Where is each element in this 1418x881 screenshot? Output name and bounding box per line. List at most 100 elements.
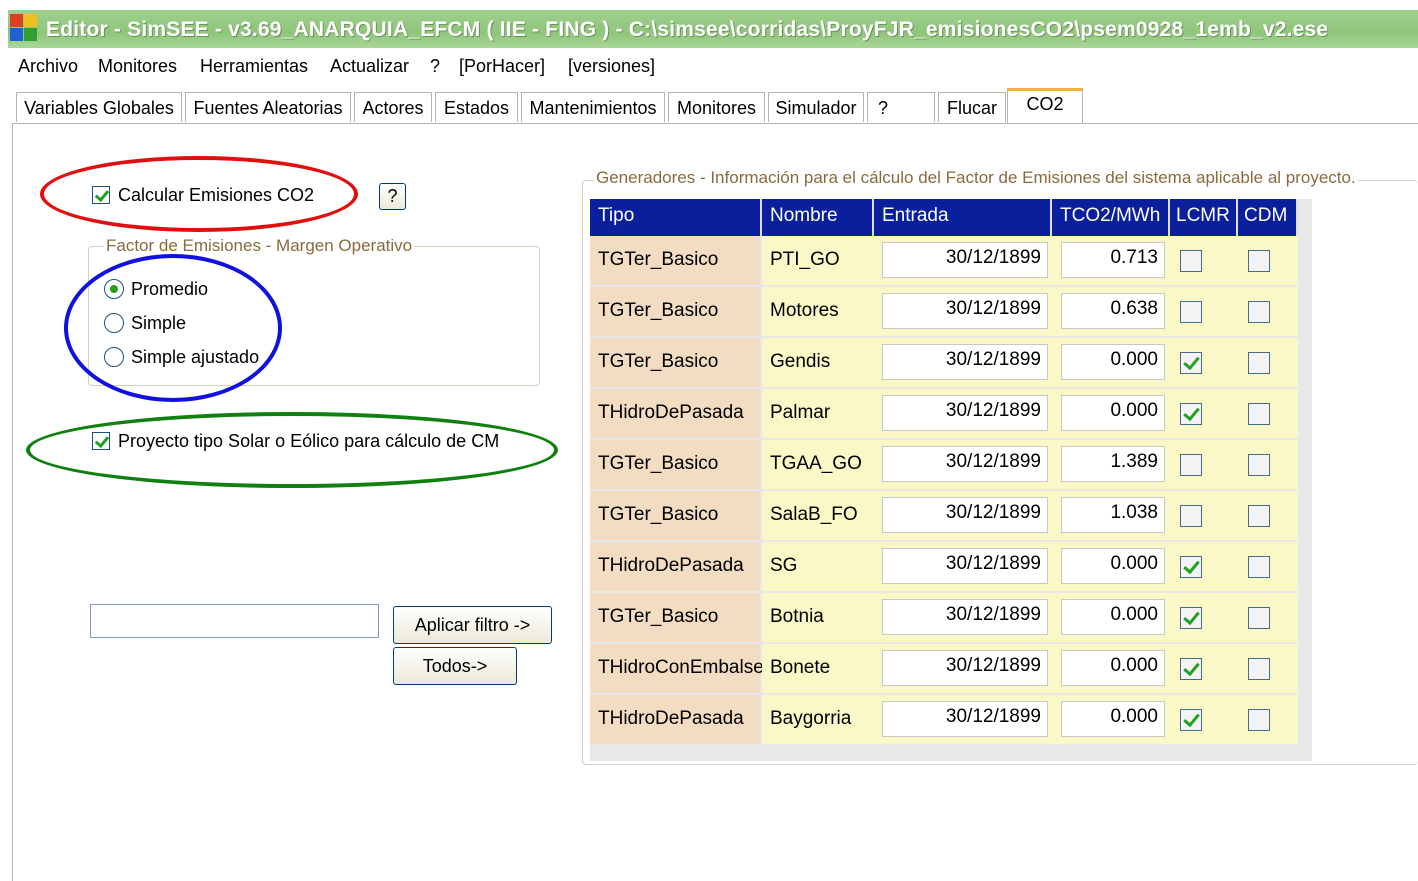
lcmr-checkbox[interactable] [1180, 352, 1202, 374]
tab-help[interactable]: ? [867, 92, 935, 122]
menu-actualizar[interactable]: Actualizar [330, 56, 409, 77]
cdm-checkbox[interactable] [1248, 556, 1270, 578]
nombre-cell[interactable]: SG [770, 555, 874, 577]
tco2-input[interactable]: 0.000 [1061, 344, 1165, 380]
nombre-cell[interactable]: SalaB_FO [770, 504, 874, 526]
entrada-input[interactable]: 30/12/1899 [882, 548, 1048, 584]
menu-help[interactable]: ? [430, 56, 440, 77]
tco2-input[interactable]: 0.713 [1061, 242, 1165, 278]
highlight-green-ellipse [26, 412, 558, 488]
tab-variables-globales[interactable]: Variables Globales [16, 92, 182, 122]
cdm-checkbox[interactable] [1248, 607, 1270, 629]
cdm-checkbox[interactable] [1248, 454, 1270, 476]
tipo-cell[interactable]: THidroConEmbalse [590, 644, 764, 693]
window-title: Editor - SimSEE - v3.69_ANARQUIA_EFCM ( … [46, 18, 1329, 41]
app-logo-icon [10, 14, 38, 42]
cdm-checkbox[interactable] [1248, 709, 1270, 731]
nombre-cell[interactable]: Bonete [770, 657, 874, 679]
lcmr-checkbox[interactable] [1180, 709, 1202, 731]
tab-monitores[interactable]: Monitores [668, 92, 765, 122]
entrada-input[interactable]: 30/12/1899 [882, 650, 1048, 686]
menu-archivo[interactable]: Archivo [18, 56, 78, 77]
tco2-input[interactable]: 0.000 [1061, 650, 1165, 686]
cdm-checkbox[interactable] [1248, 505, 1270, 527]
tab-bar: Variables Globales Fuentes Aleatorias Ac… [0, 88, 1418, 124]
entrada-input[interactable]: 30/12/1899 [882, 701, 1048, 737]
tipo-cell[interactable]: THidroDePasada [590, 389, 760, 438]
entrada-input[interactable]: 30/12/1899 [882, 242, 1048, 278]
lcmr-checkbox[interactable] [1180, 505, 1202, 527]
entrada-input[interactable]: 30/12/1899 [882, 497, 1048, 533]
entrada-input[interactable]: 30/12/1899 [882, 395, 1048, 431]
lcmr-checkbox[interactable] [1180, 607, 1202, 629]
tco2-input[interactable]: 0.638 [1061, 293, 1165, 329]
tab-flucar[interactable]: Flucar [938, 92, 1006, 122]
tco2-input[interactable]: 1.389 [1061, 446, 1165, 482]
table-row: THidroDePasada SG 30/12/1899 0.000 [590, 542, 1312, 591]
lcmr-checkbox[interactable] [1180, 301, 1202, 323]
cdm-checkbox[interactable] [1248, 403, 1270, 425]
lcmr-checkbox[interactable] [1180, 658, 1202, 680]
col-header-entrada[interactable]: Entrada [874, 199, 1052, 236]
table-row: TGTer_Basico PTI_GO 30/12/1899 0.713 [590, 236, 1312, 285]
generators-table: Tipo Nombre Entrada TCO2/MWh LCMR CDM TG… [590, 199, 1312, 761]
col-header-tco2[interactable]: TCO2/MWh [1052, 199, 1170, 236]
lcmr-checkbox[interactable] [1180, 250, 1202, 272]
tco2-input[interactable]: 1.038 [1061, 497, 1165, 533]
menu-bar: Archivo Monitores Herramientas Actualiza… [0, 50, 1418, 86]
tipo-cell[interactable]: TGTer_Basico [590, 491, 760, 540]
tab-actores[interactable]: Actores [354, 92, 432, 122]
lcmr-checkbox[interactable] [1180, 556, 1202, 578]
nombre-cell[interactable]: Motores [770, 300, 874, 322]
tco2-input[interactable]: 0.000 [1061, 701, 1165, 737]
col-header-tipo[interactable]: Tipo [590, 199, 762, 236]
entrada-input[interactable]: 30/12/1899 [882, 344, 1048, 380]
cdm-checkbox[interactable] [1248, 658, 1270, 680]
col-header-lcmr[interactable]: LCMR [1170, 199, 1238, 236]
tipo-cell[interactable]: TGTer_Basico [590, 440, 760, 489]
nombre-cell[interactable]: Palmar [770, 402, 874, 424]
tco2-input[interactable]: 0.000 [1061, 395, 1165, 431]
table-row: TGTer_Basico Botnia 30/12/1899 0.000 [590, 593, 1312, 642]
table-row: THidroConEmbalse Bonete 30/12/1899 0.000 [590, 644, 1312, 693]
tipo-cell[interactable]: TGTer_Basico [590, 593, 760, 642]
table-row: TGTer_Basico Gendis 30/12/1899 0.000 [590, 338, 1312, 387]
tipo-cell[interactable]: TGTer_Basico [590, 236, 760, 285]
nombre-cell[interactable]: Botnia [770, 606, 874, 628]
nombre-cell[interactable]: Gendis [770, 351, 874, 373]
tab-estados[interactable]: Estados [435, 92, 518, 122]
tipo-cell[interactable]: TGTer_Basico [590, 287, 760, 336]
apply-filter-button[interactable]: Aplicar filtro -> [393, 606, 552, 644]
entrada-input[interactable]: 30/12/1899 [882, 293, 1048, 329]
tco2-input[interactable]: 0.000 [1061, 599, 1165, 635]
all-button[interactable]: Todos-> [393, 647, 517, 685]
cdm-checkbox[interactable] [1248, 352, 1270, 374]
tipo-cell[interactable]: THidroDePasada [590, 695, 760, 744]
table-row: THidroDePasada Baygorria 30/12/1899 0.000 [590, 695, 1312, 744]
lcmr-checkbox[interactable] [1180, 454, 1202, 476]
tipo-cell[interactable]: THidroDePasada [590, 542, 760, 591]
col-header-cdm[interactable]: CDM [1238, 199, 1298, 236]
cdm-checkbox[interactable] [1248, 301, 1270, 323]
cdm-checkbox[interactable] [1248, 250, 1270, 272]
tipo-cell[interactable]: TGTer_Basico [590, 338, 760, 387]
nombre-cell[interactable]: Baygorria [770, 708, 874, 730]
entrada-input[interactable]: 30/12/1899 [882, 599, 1048, 635]
tab-mantenimientos[interactable]: Mantenimientos [521, 92, 665, 122]
lcmr-checkbox[interactable] [1180, 403, 1202, 425]
menu-herramientas[interactable]: Herramientas [200, 56, 308, 77]
nombre-cell[interactable]: PTI_GO [770, 249, 874, 271]
tab-fuentes-aleatorias[interactable]: Fuentes Aleatorias [185, 92, 351, 122]
nombre-cell[interactable]: TGAA_GO [770, 453, 874, 475]
filter-input[interactable] [90, 604, 379, 638]
tab-simulador[interactable]: Simulador [768, 92, 864, 122]
col-header-nombre[interactable]: Nombre [762, 199, 874, 236]
menu-porhacer[interactable]: [PorHacer] [459, 56, 545, 77]
menu-monitores[interactable]: Monitores [98, 56, 177, 77]
menu-versiones[interactable]: [versiones] [568, 56, 655, 77]
tab-co2[interactable]: CO2 [1007, 88, 1083, 124]
entrada-input[interactable]: 30/12/1899 [882, 446, 1048, 482]
table-row: TGTer_Basico SalaB_FO 30/12/1899 1.038 [590, 491, 1312, 540]
tco2-input[interactable]: 0.000 [1061, 548, 1165, 584]
co2-help-button[interactable]: ? [379, 183, 406, 210]
